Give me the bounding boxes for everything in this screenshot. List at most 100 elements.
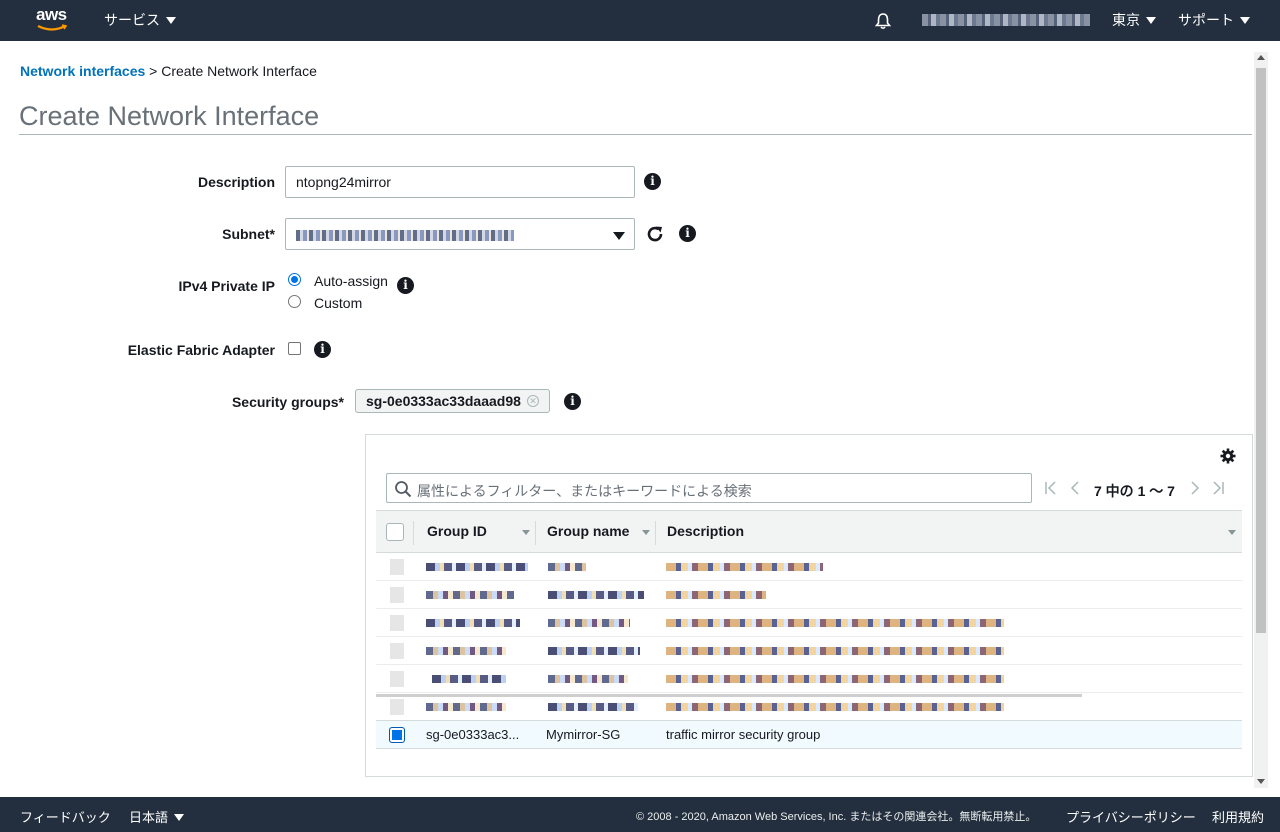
table-row[interactable]	[376, 553, 1242, 581]
security-groups-label: Security groups*	[231, 394, 344, 410]
subnet-value-redacted	[296, 230, 514, 241]
aws-logo[interactable]: aws	[36, 6, 72, 34]
sort-caret-icon[interactable]	[522, 530, 530, 535]
redacted-cell	[548, 703, 638, 711]
scrollbar-thumb[interactable]	[1256, 68, 1266, 633]
support-label: サポート	[1178, 12, 1234, 28]
column-divider	[413, 521, 414, 545]
breadcrumb-current: Create Network Interface	[161, 63, 317, 79]
row-checkbox[interactable]	[390, 559, 404, 575]
redacted-cell	[666, 703, 1004, 711]
cell-description: traffic mirror security group	[666, 727, 821, 742]
redacted-cell	[548, 563, 586, 571]
redacted-cell	[548, 619, 630, 627]
privacy-link[interactable]: プライバシーポリシー	[1066, 807, 1196, 826]
table-row[interactable]	[376, 693, 1242, 721]
redacted-cell	[432, 675, 506, 683]
custom-radio[interactable]	[288, 295, 301, 308]
filter-input[interactable]: 属性によるフィルター、またはキーワードによる検索	[386, 473, 1032, 503]
language-menu[interactable]: 日本語	[129, 807, 185, 826]
column-group-id[interactable]: Group ID	[427, 523, 487, 539]
caret-down-icon	[613, 232, 625, 240]
breadcrumb: Network interfaces > Create Network Inte…	[20, 63, 317, 79]
info-icon[interactable]: i	[564, 393, 581, 410]
security-group-token: sg-0e0333ac33daaad98 ✕	[355, 389, 550, 413]
info-icon[interactable]: i	[679, 225, 696, 242]
services-menu[interactable]: サービス	[104, 0, 176, 41]
redacted-cell	[426, 619, 520, 627]
column-group-name[interactable]: Group name	[547, 523, 629, 539]
subnet-label: Subnet*	[222, 226, 275, 242]
refresh-icon[interactable]	[645, 224, 665, 244]
info-icon[interactable]: i	[314, 341, 331, 358]
redacted-cell	[426, 563, 528, 571]
chevron-down-icon	[166, 16, 176, 24]
chevron-down-icon	[1146, 16, 1156, 24]
table-row[interactable]	[376, 665, 1242, 693]
efa-checkbox[interactable]	[288, 342, 301, 355]
chevron-down-icon	[1240, 16, 1250, 24]
table-header: Group ID Group name Description	[376, 510, 1242, 553]
support-menu[interactable]: サポート	[1178, 0, 1250, 41]
cell-group-id: sg-0e0333ac3...	[426, 727, 520, 742]
redacted-cell	[666, 675, 1004, 683]
redacted-cell	[548, 591, 644, 599]
description-label: Description	[197, 174, 275, 190]
subnet-select[interactable]	[285, 218, 635, 250]
sort-caret-icon[interactable]	[642, 530, 650, 535]
region-menu[interactable]: 東京	[1112, 0, 1156, 41]
row-checkbox-checked[interactable]	[389, 727, 405, 743]
column-divider	[535, 521, 536, 545]
sort-caret-icon[interactable]	[1228, 530, 1236, 535]
row-checkbox[interactable]	[390, 587, 404, 603]
breadcrumb-network-interfaces[interactable]: Network interfaces	[20, 63, 145, 79]
aws-smile-icon	[37, 24, 67, 31]
footer: フィードバック 日本語 © 2008 - 2020, Amazon Web Se…	[0, 797, 1280, 832]
custom-label[interactable]: Custom	[314, 295, 362, 311]
redacted-cell	[666, 591, 766, 599]
last-page-icon[interactable]	[1211, 481, 1225, 495]
language-label: 日本語	[129, 810, 169, 825]
select-all-checkbox[interactable]	[386, 523, 404, 541]
table-row[interactable]	[376, 581, 1242, 609]
redacted-cell	[426, 647, 506, 655]
row-checkbox[interactable]	[390, 699, 404, 715]
page-scrollbar[interactable]	[1254, 52, 1268, 788]
services-label: サービス	[104, 12, 160, 28]
prev-page-icon[interactable]	[1069, 481, 1081, 495]
table-row[interactable]	[376, 637, 1242, 665]
row-checkbox[interactable]	[390, 615, 404, 631]
bell-icon[interactable]	[874, 12, 892, 30]
scroll-down-icon[interactable]	[1257, 779, 1265, 784]
table-row[interactable]	[376, 609, 1242, 637]
feedback-link[interactable]: フィードバック	[20, 807, 111, 826]
column-description[interactable]: Description	[667, 523, 744, 539]
efa-label: Elastic Fabric Adapter	[127, 342, 275, 358]
redacted-cell	[548, 647, 640, 655]
row-divider	[376, 694, 1082, 697]
gear-icon[interactable]	[1219, 447, 1237, 465]
row-checkbox[interactable]	[390, 671, 404, 687]
table-row-selected[interactable]: sg-0e0333ac3... Mymirror-SG traffic mirr…	[376, 720, 1242, 749]
first-page-icon[interactable]	[1044, 481, 1058, 495]
remove-token-icon[interactable]: ✕	[527, 395, 539, 407]
auto-assign-label[interactable]: Auto-assign	[314, 273, 388, 289]
description-input[interactable]	[285, 166, 635, 198]
auto-assign-radio[interactable]	[288, 273, 301, 286]
terms-link[interactable]: 利用規約	[1212, 807, 1264, 826]
scroll-up-icon[interactable]	[1257, 55, 1265, 60]
next-page-icon[interactable]	[1189, 481, 1201, 495]
info-icon[interactable]: i	[397, 277, 414, 294]
security-group-token-label: sg-0e0333ac33daaad98	[366, 393, 521, 409]
filter-placeholder: 属性によるフィルター、またはキーワードによる検索	[417, 483, 752, 499]
redacted-cell	[548, 675, 628, 683]
top-nav: aws サービス 東京 サポート	[0, 0, 1280, 41]
cell-group-name: Mymirror-SG	[546, 727, 621, 742]
search-icon	[395, 481, 412, 498]
title-divider	[19, 134, 1252, 135]
info-icon[interactable]: i	[644, 173, 661, 190]
row-checkbox[interactable]	[390, 643, 404, 659]
redacted-cell	[426, 703, 506, 711]
page-title: Create Network Interface	[19, 101, 320, 131]
account-menu[interactable]	[922, 14, 1090, 26]
